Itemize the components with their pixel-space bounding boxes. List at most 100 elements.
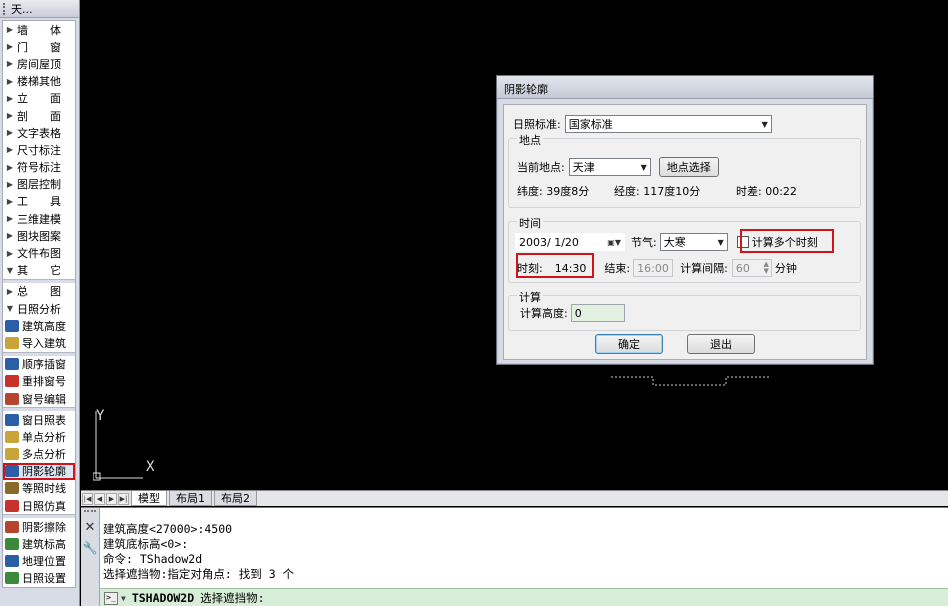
tab-layout2[interactable]: 布局2 bbox=[214, 491, 257, 506]
import-building-icon bbox=[5, 336, 19, 349]
date-value: 2003/ 1/20 bbox=[519, 235, 579, 249]
grip-icon[interactable] bbox=[3, 2, 7, 15]
palette-item[interactable]: ▼ 其 它 bbox=[3, 262, 75, 279]
palette-item-label: 重排窗号 bbox=[22, 375, 66, 389]
calc-height-label: 计算高度: bbox=[520, 307, 568, 320]
palette-item[interactable]: 窗日照表 bbox=[3, 411, 75, 428]
palette-item[interactable]: ▶ 立 面 bbox=[3, 90, 75, 107]
date-picker[interactable]: 2003/ 1/20 ▣▼ bbox=[515, 233, 625, 251]
palette-item[interactable]: ▶ 尺寸标注 bbox=[3, 141, 75, 158]
palette-item-label: 文字表格 bbox=[17, 126, 61, 140]
palette-item[interactable]: 重排窗号 bbox=[3, 373, 75, 390]
tool-palette: 天... ▶ 墙 体 ▶ 门 窗 ▶ 房间屋顶 ▶ 楼梯其他 ▶ 立 面 ▶ 剖 面 ▶ 文字表格 ▶ 尺寸标… bbox=[0, 0, 80, 606]
palette-item[interactable]: ▶ 墙 体 bbox=[3, 21, 75, 38]
grip-icon[interactable] bbox=[84, 510, 96, 516]
sun-standard-select[interactable]: 国家标准 ▼ bbox=[564, 115, 772, 133]
command-window-sidebar: ✕ 🔧 bbox=[81, 508, 100, 606]
palette-item[interactable]: 地理位置 bbox=[3, 553, 75, 570]
palette-item-label: 门 窗 bbox=[17, 40, 61, 54]
palette-item[interactable]: ▶ 工 具 bbox=[3, 193, 75, 210]
palette-item[interactable]: 阴影擦除 bbox=[3, 518, 75, 535]
chevron-down-icon[interactable]: ▼ bbox=[121, 594, 126, 603]
interval-stepper[interactable]: 60 ▲ ▼ bbox=[731, 259, 772, 277]
ok-button[interactable]: 确定 bbox=[595, 334, 663, 354]
calendar-dropdown-icon[interactable]: ▣▼ bbox=[607, 238, 621, 247]
chevron-down-icon: ▼ bbox=[6, 265, 14, 275]
last-tab-icon[interactable]: ▶| bbox=[118, 492, 129, 505]
palette-item[interactable]: 等照时线 bbox=[3, 480, 75, 497]
solar-term-label: 节气: bbox=[631, 236, 657, 249]
palette-item-label: 多点分析 bbox=[22, 448, 66, 462]
chevron-down-icon: ▼ bbox=[761, 119, 768, 129]
palette-item[interactable]: ▶ 楼梯其他 bbox=[3, 73, 75, 90]
chevron-right-icon: ▶ bbox=[6, 93, 14, 103]
exit-button[interactable]: 退出 bbox=[687, 334, 755, 354]
time-difference-text: 时差: 00:22 bbox=[736, 185, 797, 198]
palette-item[interactable]: ▶ 符号标注 bbox=[3, 159, 75, 176]
selection-dashed-outline bbox=[611, 376, 771, 386]
palette-item[interactable]: ▶ 图层控制 bbox=[3, 176, 75, 193]
sun-standard-value: 国家标准 bbox=[568, 118, 613, 131]
chevron-right-icon: ▶ bbox=[6, 42, 14, 52]
shadow-outline-dialog: 阴影轮廓 日照标准: 国家标准 ▼ 地点 当前地点: 天津 ▼ 地点选择 纬度:… bbox=[496, 75, 874, 365]
first-tab-icon[interactable]: |◀ bbox=[82, 492, 93, 505]
dialog-title[interactable]: 阴影轮廓 bbox=[497, 76, 873, 99]
palette-item-label: 文件布图 bbox=[17, 247, 61, 261]
prompt-command: TSHADOW2D bbox=[131, 591, 195, 605]
palette-item-label: 顺序插窗 bbox=[22, 358, 66, 372]
chevron-right-icon: ▶ bbox=[6, 25, 14, 35]
palette-item[interactable]: ▶ 房间屋顶 bbox=[3, 55, 75, 72]
prompt-text: 选择遮挡物: bbox=[200, 591, 265, 605]
geo-location-icon bbox=[5, 555, 19, 568]
palette-item-label: 剖 面 bbox=[17, 109, 61, 123]
close-icon[interactable]: ✕ bbox=[81, 520, 99, 535]
solar-term-select[interactable]: 大寒 ▼ bbox=[659, 233, 728, 251]
palette-item[interactable]: 日照设置 bbox=[3, 570, 75, 587]
spin-arrows-icon[interactable]: ▲ ▼ bbox=[763, 261, 768, 275]
palette-item[interactable]: 建筑高度 bbox=[3, 317, 75, 334]
palette-item[interactable]: 日照仿真 bbox=[3, 497, 75, 514]
command-input[interactable]: >_ ▼ TSHADOW2D 选择遮挡物: bbox=[100, 588, 948, 606]
command-history: 建筑高度<27000>:4500 建筑底标高<0>: 命令: TShadow2d… bbox=[103, 522, 294, 582]
end-time-input[interactable]: 16:00 bbox=[633, 259, 674, 277]
chevron-right-icon: ▶ bbox=[6, 145, 14, 155]
next-tab-icon[interactable]: ▶ bbox=[106, 492, 117, 505]
current-location-select[interactable]: 天津 ▼ bbox=[568, 158, 651, 176]
palette-item-label: 符号标注 bbox=[17, 161, 61, 175]
palette-item[interactable]: ▶ 门 窗 bbox=[3, 38, 75, 55]
palette-item[interactable]: ▶ 文件布图 bbox=[3, 244, 75, 261]
palette-item[interactable]: 阴影轮廓 bbox=[3, 462, 75, 480]
palette-item-label: 阴影轮廓 bbox=[22, 465, 66, 479]
palette-item[interactable]: ▶ 图块图案 bbox=[3, 227, 75, 244]
palette-item-label: 房间屋顶 bbox=[17, 57, 61, 71]
palette-item[interactable]: 顺序插窗 bbox=[3, 356, 75, 373]
palette-item[interactable]: ▶ 文字表格 bbox=[3, 124, 75, 141]
palette-item[interactable]: ▶ 三维建模 bbox=[3, 210, 75, 227]
tab-layout1[interactable]: 布局1 bbox=[169, 491, 212, 506]
ucs-x-label: X bbox=[146, 459, 155, 475]
palette-item[interactable]: 单点分析 bbox=[3, 428, 75, 445]
palette-menu: ▶ 墙 体 ▶ 门 窗 ▶ 房间屋顶 ▶ 楼梯其他 ▶ 立 面 ▶ 剖 面 ▶ 文字表格 ▶ 尺寸标注 ▶ 符号标… bbox=[2, 20, 76, 588]
chevron-right-icon: ▶ bbox=[6, 179, 14, 189]
time-highlight bbox=[516, 253, 594, 278]
palette-title-bar[interactable]: 天... bbox=[0, 0, 79, 18]
palette-item-label: 图层控制 bbox=[17, 178, 61, 192]
palette-item[interactable]: ▼ 日照分析 bbox=[3, 300, 75, 317]
pick-location-button[interactable]: 地点选择 bbox=[658, 157, 719, 177]
prompt-icon[interactable]: >_ bbox=[104, 591, 118, 605]
palette-item[interactable]: 建筑标高 bbox=[3, 535, 75, 552]
palette-item[interactable]: ▶ 剖 面 bbox=[3, 107, 75, 124]
palette-item[interactable]: ▶ 总 图 bbox=[3, 283, 75, 300]
tab-model[interactable]: 模型 bbox=[131, 491, 167, 506]
palette-item-label: 地理位置 bbox=[22, 555, 66, 569]
palette-item-label: 立 面 bbox=[17, 92, 61, 106]
prev-tab-icon[interactable]: ◀ bbox=[94, 492, 105, 505]
palette-item[interactable]: 窗号编辑 bbox=[3, 390, 75, 407]
calc-height-input[interactable]: 0 bbox=[570, 304, 625, 322]
wrench-icon[interactable]: 🔧 bbox=[81, 541, 99, 555]
chevron-right-icon: ▶ bbox=[6, 59, 14, 69]
palette-item[interactable]: 多点分析 bbox=[3, 446, 75, 463]
location-group-title: 地点 bbox=[517, 132, 543, 148]
multi-time-highlight bbox=[740, 229, 834, 253]
palette-item[interactable]: 导入建筑 bbox=[3, 334, 75, 351]
